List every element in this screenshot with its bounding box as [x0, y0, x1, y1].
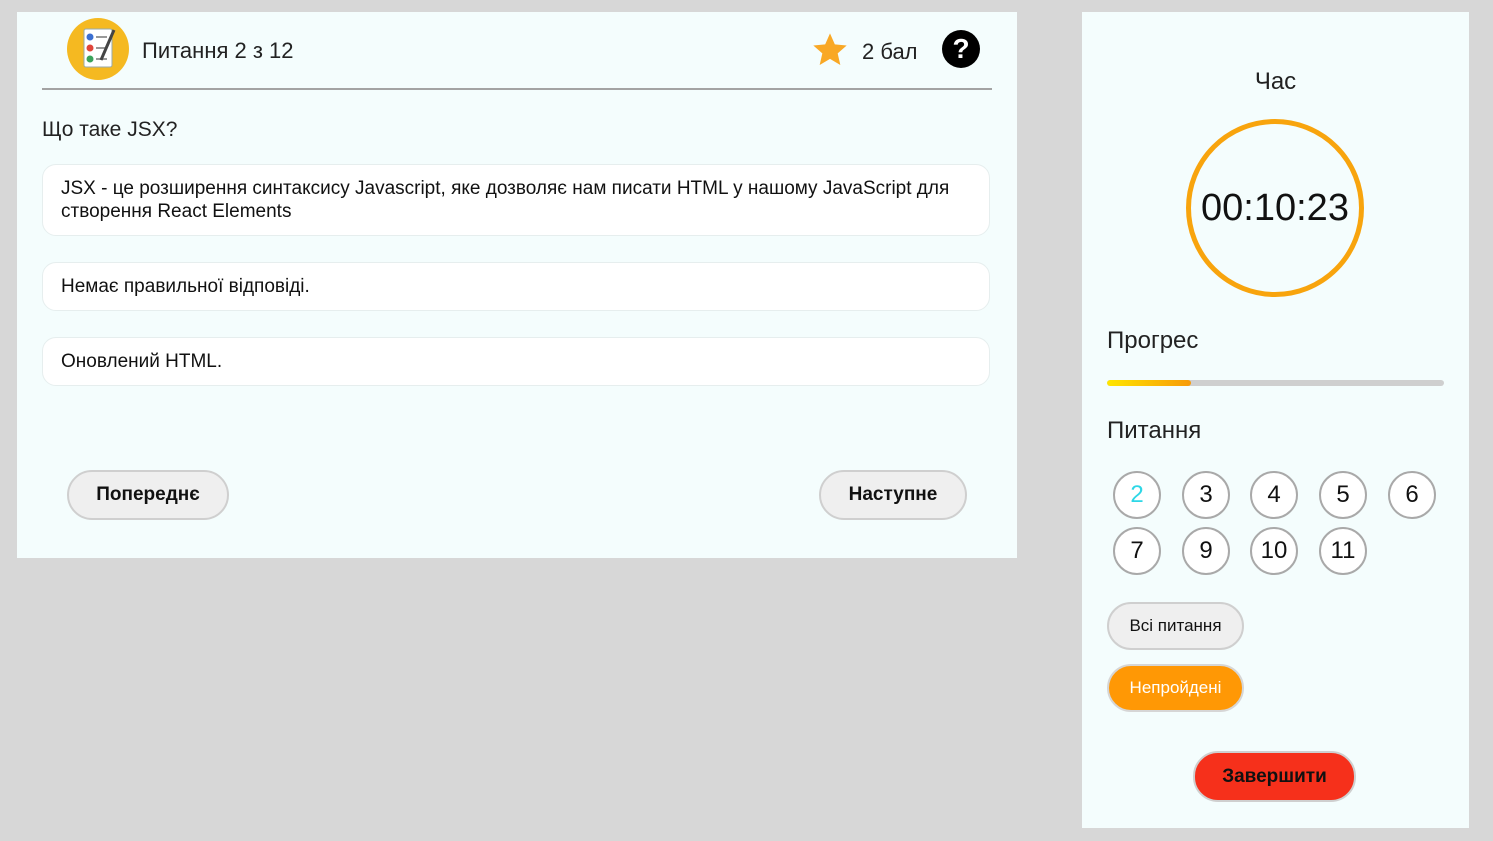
question-text: Що таке JSX?	[42, 118, 178, 141]
questions-label: Питання	[1107, 417, 1202, 444]
quiz-panel: Питання 2 з 12 2 бал ? Що таке JSX? JSX …	[17, 12, 1017, 558]
question-counter: Питання 2 з 12	[142, 38, 294, 63]
progress-fill	[1107, 380, 1192, 386]
star-icon	[810, 30, 850, 75]
next-button[interactable]: Наступне	[819, 470, 967, 520]
answer-option[interactable]: JSX - це розширення синтаксису Javascrip…	[42, 164, 990, 236]
answer-option[interactable]: Оновлений HTML.	[42, 337, 990, 386]
previous-button[interactable]: Попереднє	[67, 470, 229, 520]
time-label: Час	[1254, 68, 1297, 95]
question-number-button[interactable]: 3	[1182, 471, 1230, 519]
question-number-button[interactable]: 11	[1319, 527, 1367, 575]
question-number-button[interactable]: 5	[1319, 471, 1367, 519]
progress-bar	[1107, 380, 1444, 386]
finish-button[interactable]: Завершити	[1193, 751, 1356, 802]
question-number-button[interactable]: 6	[1388, 471, 1436, 519]
all-questions-button[interactable]: Всі питання	[1107, 602, 1244, 650]
answer-option[interactable]: Немає правильної відповіді.	[42, 262, 990, 311]
question-number-button[interactable]: 4	[1250, 471, 1298, 519]
unanswered-button[interactable]: Непройдені	[1107, 664, 1244, 712]
help-icon[interactable]: ?	[942, 30, 980, 68]
sidebar-panel: Час 00:10:23 Прогрес Питання 2 3 4 5 6 7…	[1082, 12, 1469, 828]
progress-label: Прогрес	[1107, 327, 1199, 354]
question-number-button[interactable]: 7	[1113, 527, 1161, 575]
timer: 00:10:23	[1186, 119, 1364, 297]
question-number-button[interactable]: 10	[1250, 527, 1298, 575]
question-number-button[interactable]: 9	[1182, 527, 1230, 575]
question-header: Питання 2 з 12 2 бал ?	[42, 12, 992, 90]
question-number-button[interactable]: 2	[1113, 471, 1161, 519]
quiz-checklist-icon	[67, 18, 129, 80]
points-label: 2 бал	[862, 39, 918, 64]
